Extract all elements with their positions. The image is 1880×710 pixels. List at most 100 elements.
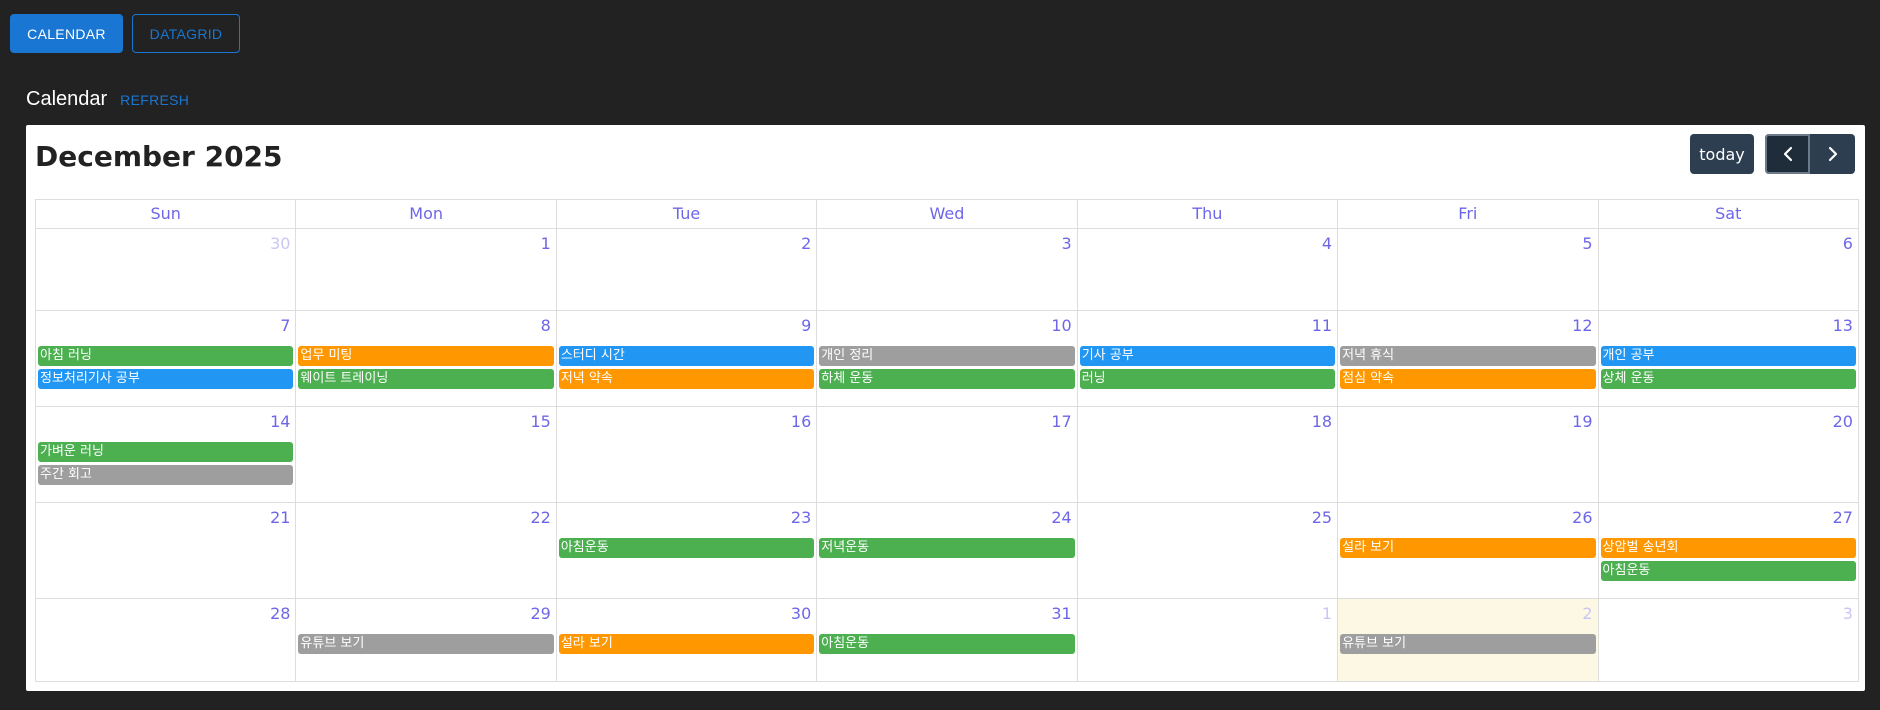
day-number[interactable]: 9 [801,316,811,335]
calendar-event[interactable]: 개인 공부 [1600,346,1856,366]
today-button[interactable]: today [1690,134,1754,174]
calendar-event[interactable]: 주간 회고 [38,465,294,485]
day-number[interactable]: 27 [1833,508,1853,527]
day-cell[interactable]: 30 [36,229,297,310]
day-cell[interactable]: 6 [1599,229,1858,310]
calendar-event[interactable]: 가벼운 러닝 [38,442,294,462]
day-cell[interactable]: 24 저녁운동 [817,503,1078,598]
day-cell-today[interactable]: 2 유튜브 보기 [1338,599,1599,681]
day-cell[interactable]: 3 [817,229,1078,310]
day-cell[interactable]: 17 [817,407,1078,502]
calendar-event[interactable]: 정보처리기사 공부 [38,369,294,389]
tab-calendar[interactable]: CALENDAR [10,14,123,53]
day-number[interactable]: 3 [1062,234,1072,253]
day-cell[interactable]: 18 [1078,407,1339,502]
day-number[interactable]: 16 [791,412,811,431]
calendar-event[interactable]: 하체 운동 [819,369,1075,389]
day-cell[interactable]: 29 유튜브 보기 [296,599,557,681]
day-cell[interactable]: 25 [1078,503,1339,598]
day-number[interactable]: 12 [1572,316,1592,335]
day-cell[interactable]: 8 업무 미팅웨이트 트레이닝 [296,311,557,406]
day-number[interactable]: 31 [1051,604,1071,623]
prev-month-button[interactable] [1765,134,1810,174]
day-number[interactable]: 21 [270,508,290,527]
day-cell[interactable]: 2 [557,229,818,310]
day-number[interactable]: 30 [270,234,290,253]
calendar-event[interactable]: 웨이트 트레이닝 [298,369,554,389]
day-number[interactable]: 25 [1312,508,1332,527]
calendar-event[interactable]: 스터디 시간 [558,346,815,366]
calendar-event[interactable]: 아침 러닝 [38,346,294,366]
day-cell[interactable]: 13 개인 공부상체 운동 [1599,311,1858,406]
day-number[interactable]: 8 [541,316,551,335]
day-number[interactable]: 15 [530,412,550,431]
calendar-event[interactable]: 유튜브 보기 [1340,634,1596,654]
day-number[interactable]: 6 [1843,234,1853,253]
day-number[interactable]: 10 [1051,316,1071,335]
day-number[interactable]: 2 [1582,604,1592,623]
day-number[interactable]: 7 [280,316,290,335]
refresh-button[interactable]: REFRESH [120,92,189,108]
day-cell[interactable]: 26 설라 보기 [1338,503,1599,598]
calendar-event[interactable]: 업무 미팅 [298,346,554,366]
day-cell[interactable]: 3 [1599,599,1858,681]
day-cell[interactable]: 1 [1078,599,1339,681]
day-cell[interactable]: 16 [557,407,818,502]
day-number[interactable]: 4 [1322,234,1332,253]
day-cell[interactable]: 9 스터디 시간저녁 약속 [557,311,818,406]
day-number[interactable]: 29 [530,604,550,623]
day-number[interactable]: 17 [1051,412,1071,431]
day-number[interactable]: 30 [791,604,811,623]
day-number[interactable]: 5 [1582,234,1592,253]
calendar-event[interactable]: 상체 운동 [1600,369,1856,389]
day-number[interactable]: 13 [1833,316,1853,335]
day-number[interactable]: 14 [270,412,290,431]
calendar-event[interactable]: 유튜브 보기 [298,634,554,654]
day-cell[interactable]: 5 [1338,229,1599,310]
day-number[interactable]: 20 [1833,412,1853,431]
calendar-event[interactable]: 저녁운동 [819,538,1075,558]
calendar-event[interactable]: 설라 보기 [1340,538,1596,558]
day-cell[interactable]: 27 상암벌 송년회아침운동 [1599,503,1858,598]
day-number[interactable]: 22 [530,508,550,527]
day-number[interactable]: 2 [801,234,811,253]
day-number[interactable]: 1 [541,234,551,253]
calendar-event[interactable]: 저녁 휴식 [1340,346,1596,366]
day-cell[interactable]: 20 [1599,407,1858,502]
calendar-event[interactable]: 아침운동 [558,538,815,558]
day-cell[interactable]: 11 기사 공부러닝 [1078,311,1339,406]
day-number[interactable]: 24 [1051,508,1071,527]
day-cell[interactable]: 30 설라 보기 [557,599,818,681]
day-cell[interactable]: 1 [296,229,557,310]
calendar-event[interactable]: 설라 보기 [558,634,815,654]
day-cell[interactable]: 15 [296,407,557,502]
calendar-event[interactable]: 상암벌 송년회 [1600,538,1856,558]
day-cell[interactable]: 28 [36,599,297,681]
day-cell[interactable]: 10 개인 정리하체 운동 [817,311,1078,406]
calendar-event[interactable]: 아침운동 [1600,561,1856,581]
calendar-event[interactable]: 점심 약속 [1340,369,1596,389]
day-cell[interactable]: 31 아침운동 [817,599,1078,681]
day-number[interactable]: 18 [1312,412,1332,431]
day-number[interactable]: 19 [1572,412,1592,431]
day-cell[interactable]: 23 아침운동 [557,503,818,598]
calendar-event[interactable]: 기사 공부 [1079,346,1336,366]
day-cell[interactable]: 22 [296,503,557,598]
day-cell[interactable]: 19 [1338,407,1599,502]
day-cell[interactable]: 21 [36,503,297,598]
calendar-event[interactable]: 개인 정리 [819,346,1075,366]
day-cell[interactable]: 7 아침 러닝정보처리기사 공부 [36,311,297,406]
day-number[interactable]: 28 [270,604,290,623]
day-cell[interactable]: 14 가벼운 러닝주간 회고 [36,407,297,502]
day-number[interactable]: 11 [1312,316,1332,335]
day-cell[interactable]: 4 [1078,229,1339,310]
calendar-event[interactable]: 러닝 [1079,369,1336,389]
tab-datagrid[interactable]: DATAGRID [132,14,240,53]
day-cell[interactable]: 12 저녁 휴식점심 약속 [1338,311,1599,406]
day-number[interactable]: 3 [1843,604,1853,623]
next-month-button[interactable] [1810,134,1855,174]
day-number[interactable]: 26 [1572,508,1592,527]
day-number[interactable]: 1 [1322,604,1332,623]
calendar-event[interactable]: 저녁 약속 [558,369,815,389]
day-number[interactable]: 23 [791,508,811,527]
